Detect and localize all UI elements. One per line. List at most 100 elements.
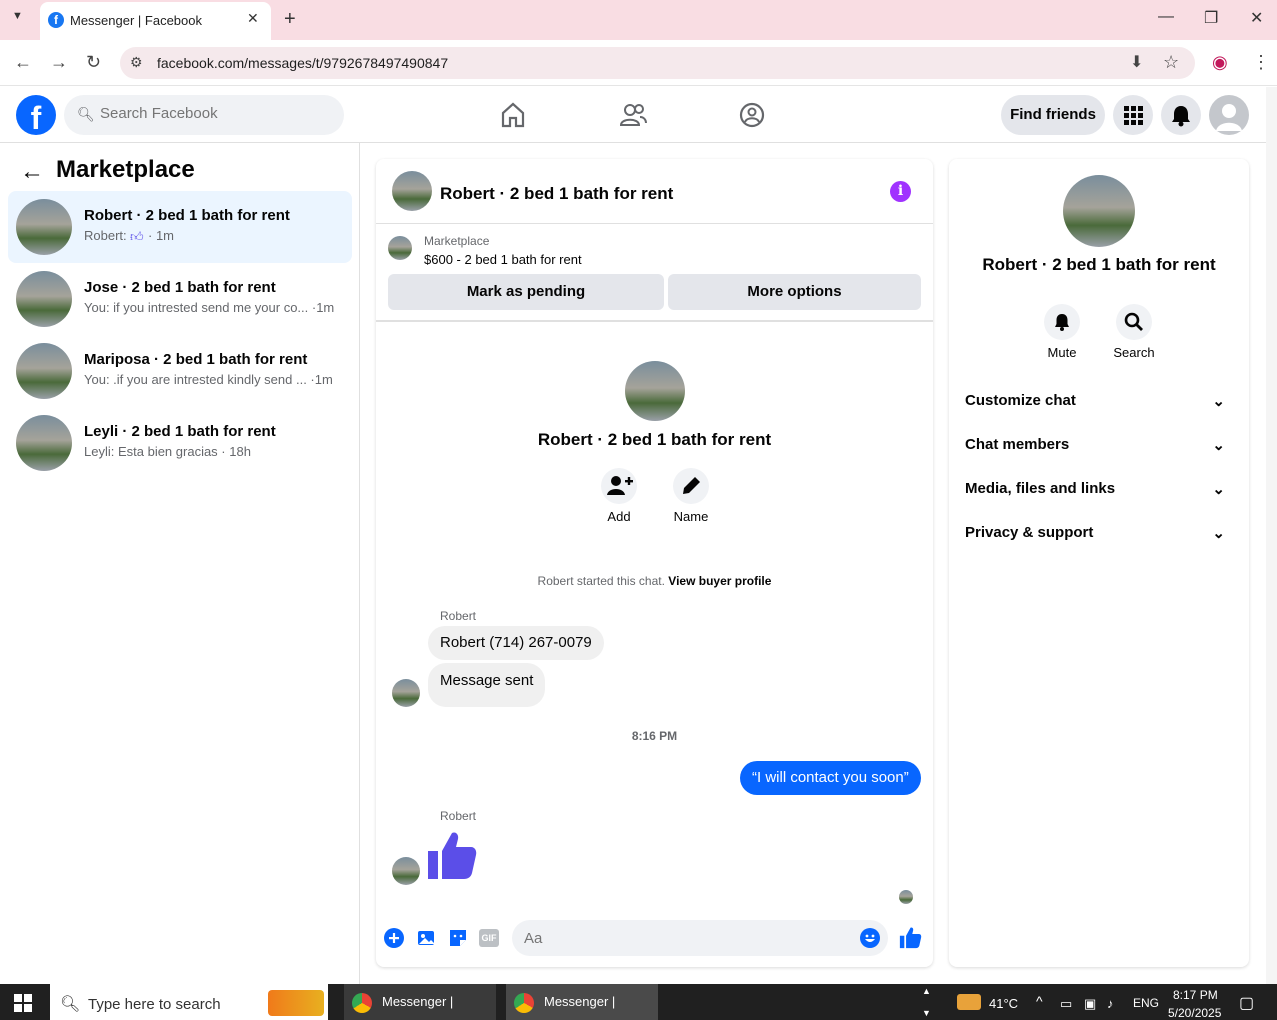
- clock-time[interactable]: 8:17 PM: [1173, 988, 1218, 1002]
- message-bubble[interactable]: Robert (714) 267-0079: [428, 626, 604, 660]
- tab-list-chevron-icon[interactable]: ▼: [12, 10, 23, 22]
- new-tab-icon[interactable]: +: [284, 8, 296, 31]
- grid-menu-icon: [1124, 106, 1143, 125]
- sender-avatar[interactable]: [392, 679, 420, 707]
- send-like-icon[interactable]: [899, 926, 922, 949]
- network-icon[interactable]: ▣: [1084, 996, 1096, 1012]
- clock-date[interactable]: 5/20/2025: [1168, 1006, 1221, 1020]
- view-buyer-profile-link[interactable]: View buyer profile: [668, 574, 771, 588]
- chat-header-avatar[interactable]: [392, 171, 432, 211]
- read-receipt-avatar: [899, 890, 913, 904]
- notification-center-icon[interactable]: ▢: [1239, 993, 1254, 1013]
- install-app-icon[interactable]: ⬇: [1130, 52, 1143, 72]
- chat-title[interactable]: Robert · 2 bed 1 bath for rent: [440, 184, 673, 204]
- back-icon[interactable]: ←: [14, 52, 32, 73]
- message-input[interactable]: [524, 930, 824, 947]
- notifications-button[interactable]: [1161, 95, 1201, 135]
- search-icon: 🔍︎: [77, 106, 95, 122]
- facebook-favicon-icon: f: [48, 12, 64, 28]
- conversation-title: Jose · 2 bed 1 bath for rent: [84, 279, 276, 296]
- thumbs-up-small-icon: 👍︎: [130, 229, 144, 244]
- language-indicator[interactable]: ENG: [1133, 996, 1159, 1010]
- chevron-down-icon: ⌄: [1212, 481, 1225, 498]
- window-close-icon[interactable]: ✕: [1250, 8, 1263, 28]
- meet-icon[interactable]: ▭: [1060, 996, 1072, 1012]
- conversation-avatar: [16, 271, 72, 327]
- windows-start-icon[interactable]: [14, 994, 32, 1012]
- mark-as-pending-button[interactable]: Mark as pending: [388, 274, 664, 310]
- more-options-button[interactable]: More options: [668, 274, 921, 310]
- sender-name: Robert: [440, 809, 477, 823]
- outgoing-message-bubble[interactable]: “I will contact you soon”: [740, 761, 921, 795]
- chat-details-panel: [949, 159, 1249, 967]
- profile-name: Robert · 2 bed 1 bath for rent: [537, 430, 772, 449]
- chevron-down-icon: ⌄: [1212, 525, 1225, 542]
- browser-menu-icon[interactable]: ⋮: [1252, 52, 1270, 73]
- listing-title[interactable]: $600 - 2 bed 1 bath for rent: [424, 252, 582, 267]
- page-scrollbar[interactable]: [1266, 87, 1277, 984]
- url-text[interactable]: facebook.com/messages/t/9792678497490847: [157, 55, 448, 71]
- weather-icon[interactable]: [957, 994, 981, 1010]
- tray-chevron-icon[interactable]: ^: [1036, 993, 1043, 1009]
- restore-icon[interactable]: ❐: [1204, 8, 1218, 28]
- minimize-icon[interactable]: —: [1158, 8, 1174, 26]
- facebook-search-input[interactable]: [100, 105, 330, 122]
- listing-thumbnail[interactable]: [388, 236, 412, 260]
- chrome-icon: [352, 993, 372, 1013]
- taskbar-scroll-up-icon[interactable]: ▲: [922, 986, 931, 996]
- mute-button[interactable]: [1044, 304, 1080, 340]
- tab-close-icon[interactable]: ✕: [247, 10, 259, 27]
- find-friends-button[interactable]: Find friends: [1001, 95, 1105, 135]
- conversation-title: Leyli · 2 bed 1 bath for rent: [84, 423, 276, 440]
- default-avatar-icon: [1216, 104, 1242, 131]
- conversation-title: Mariposa · 2 bed 1 bath for rent: [84, 351, 308, 368]
- groups-icon[interactable]: [737, 100, 767, 130]
- chrome-icon: [514, 993, 534, 1013]
- chat-members-section[interactable]: Chat members ⌄: [965, 436, 1235, 454]
- conversation-avatar: [16, 343, 72, 399]
- message-bubble[interactable]: Message sent: [428, 663, 546, 707]
- tab-title: Messenger | Facebook: [70, 13, 202, 28]
- forward-icon[interactable]: →: [50, 52, 68, 73]
- listing-label: Marketplace: [424, 234, 490, 248]
- home-icon[interactable]: [498, 100, 528, 130]
- search-highlight-icon: [268, 990, 324, 1016]
- taskbar-search-icon: 🔍︎: [60, 996, 81, 1013]
- plus-circle-icon[interactable]: [384, 928, 404, 948]
- profile-icon[interactable]: ◉: [1212, 52, 1228, 73]
- mute-label: Mute: [1047, 345, 1077, 360]
- facebook-logo[interactable]: f: [16, 95, 56, 136]
- name-label: Name: [673, 509, 709, 524]
- name-button[interactable]: [673, 468, 709, 504]
- photo-icon[interactable]: [416, 928, 436, 948]
- sticker-icon[interactable]: [448, 928, 468, 948]
- info-icon[interactable]: i: [890, 181, 911, 202]
- back-arrow-icon[interactable]: ←: [20, 158, 44, 186]
- details-avatar[interactable]: [1063, 175, 1135, 247]
- large-like-icon[interactable]: [426, 829, 478, 881]
- chevron-down-icon: ⌄: [1212, 437, 1225, 454]
- gif-icon[interactable]: GIF: [479, 929, 499, 947]
- customize-chat-section[interactable]: Customize chat ⌄: [965, 392, 1235, 410]
- volume-icon[interactable]: ♪: [1107, 996, 1114, 1011]
- taskbar-scroll-down-icon[interactable]: ▼: [922, 1008, 931, 1018]
- weather-temp[interactable]: 41°C: [989, 996, 1018, 1011]
- add-people-button[interactable]: [601, 468, 637, 504]
- section-label: Customize chat: [965, 392, 1076, 409]
- search-conversation-button[interactable]: [1116, 304, 1152, 340]
- add-label: Add: [607, 509, 631, 524]
- media-files-section[interactable]: Media, files and links ⌄: [965, 480, 1235, 498]
- emoji-icon[interactable]: [860, 928, 880, 948]
- add-person-icon: [607, 476, 633, 495]
- reload-icon[interactable]: ↻: [86, 52, 101, 73]
- privacy-support-section[interactable]: Privacy & support ⌄: [965, 524, 1235, 542]
- section-label: Media, files and links: [965, 480, 1116, 497]
- menu-button[interactable]: [1113, 95, 1153, 135]
- friends-icon[interactable]: [618, 100, 648, 130]
- site-info-icon[interactable]: ⚙: [130, 54, 143, 71]
- section-label: Chat members: [965, 436, 1070, 453]
- bookmark-star-icon[interactable]: ☆: [1163, 52, 1179, 73]
- message-timestamp: 8:16 PM: [631, 729, 678, 743]
- account-avatar[interactable]: [1209, 95, 1249, 135]
- sender-avatar[interactable]: [392, 857, 420, 885]
